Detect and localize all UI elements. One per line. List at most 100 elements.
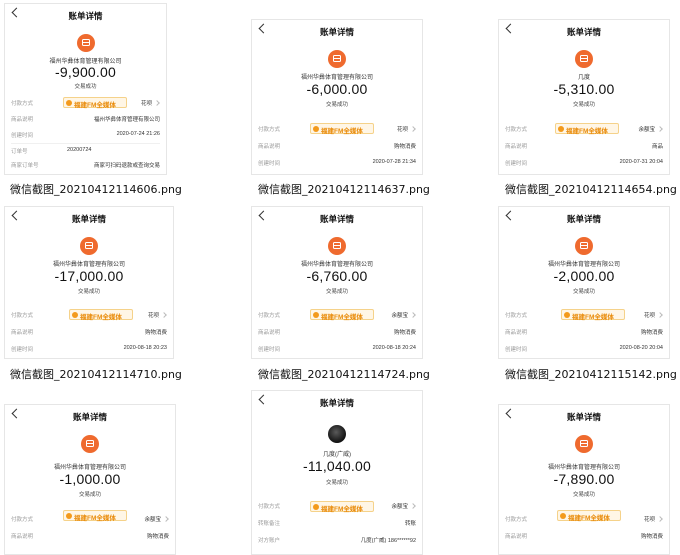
chevron-right-icon — [410, 312, 416, 318]
merchant-order-label: 商家订单号 — [11, 163, 39, 169]
pay-method-value: 余额宝 — [144, 517, 161, 523]
merchant-card-icon — [575, 50, 593, 68]
goods-label: 商品说明 — [11, 117, 34, 123]
bill-thumbnail-1[interactable]: 账单详情 福州华彝体育管理有限公司 -9,900.00 交易成功 福建FM全媒体… — [4, 3, 167, 175]
created-row: 创建时间 2020-08-18 20:23 — [11, 343, 167, 355]
chevron-right-icon — [657, 312, 663, 318]
file-caption[interactable]: 微信截图_20210412114606.png — [10, 181, 182, 197]
pay-method-label: 付款方式 — [258, 504, 281, 510]
bill-thumbnail-4[interactable]: 账单详情 福州华彝体育管理有限公司 -17,000.00 交易成功 福建FM全媒… — [4, 206, 174, 359]
amount: -6,760.00 — [306, 268, 368, 284]
remark-row: 转账备注 转账 — [258, 517, 416, 529]
bill-thumbnail-9[interactable]: 账单详情 福州华彝体育管理有限公司 -7,890.00 交易成功 福建FM全媒体… — [498, 404, 670, 555]
pay-method-row[interactable]: 付款方式 余额宝 — [505, 123, 663, 135]
pay-method-row[interactable]: 付款方式 花呗 — [11, 97, 160, 109]
status: 交易成功 — [325, 480, 348, 486]
bill-thumbnail-6[interactable]: 账单详情 福州华彝体育管理有限公司 -2,000.00 交易成功 福建FM全媒体… — [498, 206, 670, 359]
goods-value: 商品 — [651, 144, 663, 150]
created-row: 创建时间 2020-07-31 20:04 — [505, 157, 663, 169]
created-value: 2020-07-28 21:34 — [372, 159, 416, 165]
goods-row: 商品说明 购物消费 — [11, 326, 167, 338]
pay-method-label: 付款方式 — [505, 313, 528, 319]
pay-method-value: 余额宝 — [391, 504, 408, 510]
goods-label: 商品说明 — [258, 330, 281, 336]
merchant-card-icon — [80, 237, 98, 255]
page-title: 账单详情 — [566, 27, 601, 37]
counterparty-row: 对方账户 几度(广威) 186******92 — [258, 534, 416, 546]
bill-thumbnail-8[interactable]: 账单详情 几度(广威) -11,040.00 交易成功 福建FM全媒体 付款方式… — [251, 390, 423, 555]
pay-method-value: 花呗 — [147, 313, 159, 319]
amount: -5,310.00 — [553, 81, 615, 97]
created-value: 2020-08-20 20:04 — [619, 345, 663, 351]
pay-method-label: 付款方式 — [505, 127, 528, 133]
page-title: 账单详情 — [319, 398, 354, 408]
page-title: 账单详情 — [319, 27, 354, 37]
pay-method-row[interactable]: 付款方式 花呗 — [11, 309, 167, 321]
avatar — [328, 425, 346, 443]
pay-method-row[interactable]: 付款方式 余额宝 — [258, 500, 416, 512]
goods-label: 商品说明 — [11, 534, 34, 540]
page-title: 账单详情 — [71, 214, 106, 224]
created-label: 创建时间 — [11, 347, 34, 353]
goods-value: 购物消费 — [393, 144, 416, 150]
created-value: 2020-08-18 20:23 — [123, 345, 167, 351]
amount: -2,000.00 — [553, 268, 615, 284]
pay-method-value: 余额宝 — [638, 127, 655, 133]
amount: -9,900.00 — [55, 64, 116, 80]
remark-value: 转账 — [404, 521, 416, 527]
chevron-right-icon — [657, 516, 663, 522]
file-caption[interactable]: 微信截图_20210412114654.png — [505, 181, 677, 197]
counterparty-value: 几度(广威) 186******92 — [360, 538, 416, 544]
pay-method-label: 付款方式 — [258, 313, 281, 319]
bill-thumbnail-5[interactable]: 账单详情 福州华彝体育管理有限公司 -6,760.00 交易成功 福建FM全媒体… — [251, 206, 423, 359]
bill-thumbnail-7[interactable]: 账单详情 福州华彝体育管理有限公司 -1,000.00 交易成功 福建FM全媒体… — [4, 404, 176, 555]
pay-method-row[interactable]: 付款方式 余额宝 — [258, 309, 416, 321]
amount: -6,000.00 — [306, 81, 368, 97]
goods-value: 购物消费 — [640, 534, 663, 540]
merchant-card-icon — [575, 237, 593, 255]
merchant-card-icon — [575, 435, 593, 453]
pay-method-row[interactable]: 付款方式 余额宝 — [11, 513, 169, 525]
merchant-card-icon — [328, 50, 346, 68]
chevron-right-icon — [163, 516, 169, 522]
goods-value: 购物消费 — [144, 330, 167, 336]
pay-method-row[interactable]: 付款方式 花呗 — [505, 309, 663, 321]
page-title: 账单详情 — [566, 214, 601, 224]
status: 交易成功 — [74, 84, 97, 90]
merchant-order-row[interactable]: 商家订单号 商家可扫码退款或查询交易 — [11, 159, 160, 171]
bill-thumbnail-3[interactable]: 账单详情 几度 -5,310.00 交易成功 福建FM全媒体 付款方式 余额宝 … — [498, 19, 670, 175]
pay-method-row[interactable]: 付款方式 花呗 — [505, 513, 663, 525]
goods-value: 购物消费 — [640, 330, 663, 336]
counterparty-label: 对方账户 — [258, 538, 281, 544]
bill-thumbnail-2[interactable]: 账单详情 福州华彝体育管理有限公司 -6,000.00 交易成功 福建FM全媒体… — [251, 19, 423, 175]
goods-label: 商品说明 — [505, 330, 528, 336]
pay-method-label: 付款方式 — [11, 101, 34, 107]
goods-value: 福州华彝体育管理有限公司 — [93, 117, 160, 123]
merchant-name: 福州华彝体育管理有限公司 — [300, 75, 373, 81]
order-row: 订单号 20200724 — [11, 145, 160, 157]
pay-method-label: 付款方式 — [11, 313, 34, 319]
file-caption[interactable]: 微信截图_20210412115142.png — [505, 366, 677, 382]
goods-label: 商品说明 — [505, 534, 528, 540]
status: 交易成功 — [325, 102, 348, 108]
counterparty-name: 几度(广威) — [323, 452, 351, 458]
goods-row: 商品说明 购物消费 — [258, 326, 416, 338]
order-label: 订单号 — [11, 149, 28, 155]
created-value: 2020-08-18 20:24 — [372, 345, 416, 351]
goods-row: 商品说明 商品 — [505, 140, 663, 152]
file-caption[interactable]: 微信截图_20210412114710.png — [10, 366, 182, 382]
chevron-right-icon — [154, 100, 160, 106]
merchant-name: 福州华彝体育管理有限公司 — [53, 465, 126, 471]
pay-method-label: 付款方式 — [258, 127, 281, 133]
file-caption[interactable]: 微信截图_20210412114637.png — [258, 181, 430, 197]
merchant-name: 福州华彝体育管理有限公司 — [300, 262, 373, 268]
created-label: 创建时间 — [258, 161, 281, 167]
goods-label: 商品说明 — [505, 144, 528, 150]
merchant-name: 福州华彝体育管理有限公司 — [547, 262, 620, 268]
status: 交易成功 — [572, 102, 595, 108]
merchant-name: 福州华彝体育管理有限公司 — [52, 262, 125, 268]
order-value: 20200724 — [67, 147, 92, 153]
pay-method-row[interactable]: 付款方式 花呗 — [258, 123, 416, 135]
merchant-card-icon — [81, 435, 99, 453]
file-caption[interactable]: 微信截图_20210412114724.png — [258, 366, 430, 382]
